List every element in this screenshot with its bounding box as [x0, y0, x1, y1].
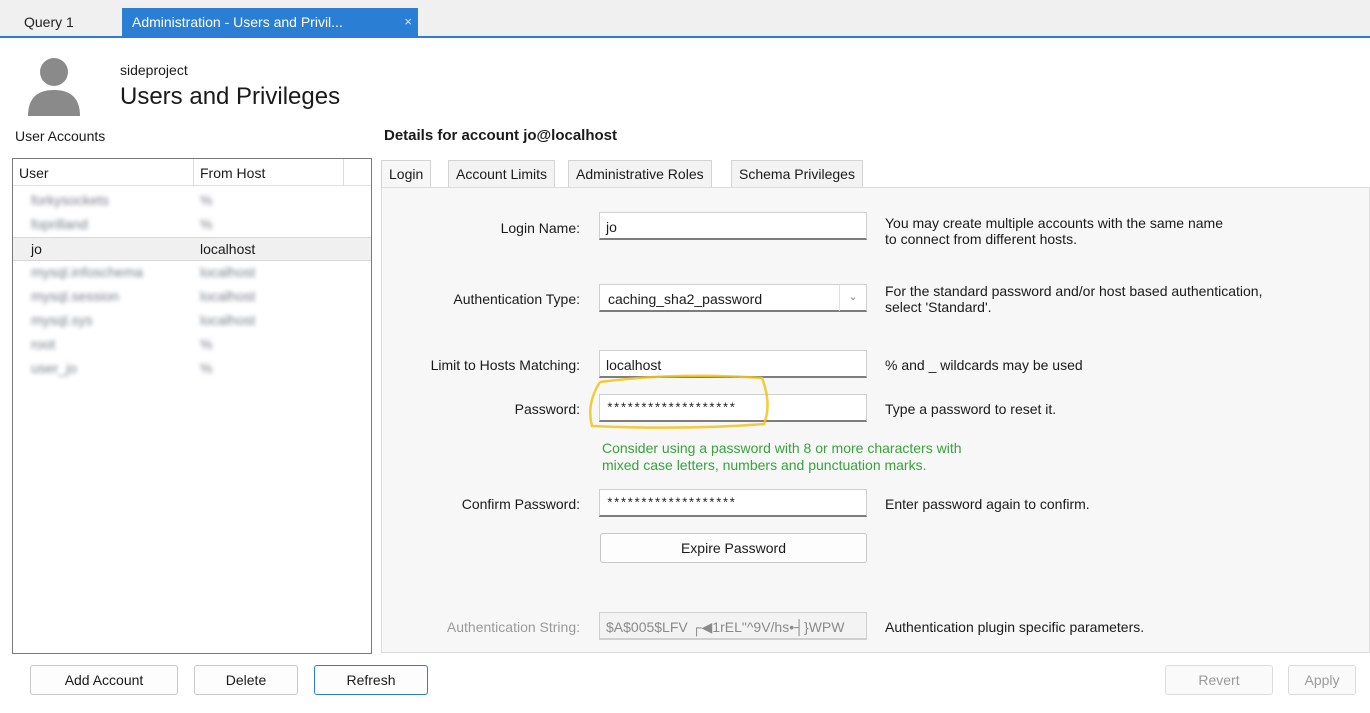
list-item[interactable]: foprilland % — [13, 213, 371, 235]
user-name: mysql.sys — [31, 312, 93, 328]
password-label: Password: — [514, 401, 580, 417]
column-divider — [193, 159, 194, 185]
tab-underline — [0, 36, 1370, 38]
user-name: forkysockets — [31, 192, 109, 208]
tab-query-1[interactable]: Query 1 — [12, 8, 86, 36]
user-host: localhost — [200, 264, 256, 280]
user-name: foprilland — [31, 216, 88, 232]
tab-administrative-roles[interactable]: Administrative Roles — [568, 160, 712, 188]
schema-name: sideproject — [120, 62, 188, 78]
column-from-host[interactable]: From Host — [200, 165, 265, 181]
user-host: localhost — [200, 288, 256, 304]
list-item[interactable]: user_jo % — [13, 357, 371, 379]
highlight-annotation — [589, 374, 769, 429]
auth-type-help: For the standard password and/or host ba… — [885, 283, 1262, 315]
user-name: user_jo — [31, 360, 77, 376]
user-avatar-icon — [28, 58, 80, 116]
help-line: For the standard password and/or host ba… — [885, 283, 1263, 299]
user-host: localhost — [200, 312, 256, 328]
auth-type-select[interactable]: caching_sha2_password ⌄ — [599, 284, 867, 312]
auth-string-field: $A$005$LFV ┌◀1rEL"^9V/hs•┤}WPW — [599, 612, 867, 640]
expire-password-button[interactable]: Expire Password — [600, 533, 867, 563]
revert-button[interactable]: Revert — [1165, 665, 1273, 695]
list-item[interactable]: forkysockets % — [13, 189, 371, 211]
user-host: % — [200, 336, 213, 352]
user-host: localhost — [200, 241, 256, 257]
user-name: mysql.infoschema — [31, 264, 144, 280]
hosts-help: % and _ wildcards may be used — [885, 357, 1083, 373]
tab-administration-label: Administration - Users and Privil... — [132, 14, 343, 30]
confirm-password-help: Enter password again to confirm. — [885, 496, 1090, 512]
login-name-label: Login Name: — [500, 220, 580, 236]
tab-login[interactable]: Login — [381, 160, 432, 189]
help-line: You may create multiple accounts with th… — [885, 215, 1223, 231]
tab-schema-privileges[interactable]: Schema Privileges — [731, 160, 863, 188]
password-help: Type a password to reset it. — [885, 401, 1057, 417]
list-item[interactable]: mysql.infoschema localhost — [13, 261, 371, 283]
tab-account-limits[interactable]: Account Limits — [448, 160, 556, 188]
auth-type-label: Authentication Type: — [453, 291, 580, 307]
column-user[interactable]: User — [19, 165, 49, 181]
user-accounts-list[interactable]: User From Host forkysockets % foprilland… — [12, 158, 372, 654]
list-item[interactable]: mysql.session localhost — [13, 285, 371, 307]
help-line: select 'Standard'. — [885, 299, 992, 315]
auth-string-help: Authentication plugin specific parameter… — [885, 619, 1145, 635]
chevron-down-icon: ⌄ — [839, 285, 866, 311]
login-name-field[interactable]: jo — [599, 212, 867, 240]
list-item[interactable]: mysql.sys localhost — [13, 309, 371, 331]
editor-tab-strip: Query 1 Administration - Users and Privi… — [0, 0, 1370, 38]
user-host: % — [200, 360, 213, 376]
hint-line: Consider using a password with 8 or more… — [602, 440, 962, 456]
confirm-password-field[interactable]: ******************* — [599, 489, 867, 517]
user-host: % — [200, 216, 213, 232]
auth-string-label: Authentication String: — [446, 619, 580, 635]
password-hint: Consider using a password with 8 or more… — [602, 440, 962, 474]
page-title: Users and Privileges — [120, 83, 341, 110]
add-account-button[interactable]: Add Account — [30, 665, 178, 695]
list-header: User From Host — [13, 159, 371, 186]
login-tab-panel — [381, 187, 1370, 653]
hint-line: mixed case letters, numbers and punctuat… — [602, 457, 927, 473]
auth-type-value: caching_sha2_password — [608, 291, 763, 307]
close-icon[interactable]: × — [404, 8, 412, 36]
apply-button[interactable]: Apply — [1288, 665, 1356, 695]
help-line: to connect from different hosts. — [885, 231, 1077, 247]
login-name-help: You may create multiple accounts with th… — [885, 215, 1223, 247]
refresh-button[interactable]: Refresh — [314, 665, 428, 695]
user-name: jo — [31, 241, 42, 257]
user-accounts-label: User Accounts — [15, 128, 106, 144]
user-name: root — [31, 336, 56, 352]
details-title: Details for account jo@localhost — [384, 127, 617, 144]
hosts-label: Limit to Hosts Matching: — [430, 357, 580, 373]
user-name: mysql.session — [31, 288, 119, 304]
list-item-selected[interactable]: jo localhost — [13, 237, 371, 261]
tab-administration[interactable]: Administration - Users and Privil... × — [122, 8, 418, 36]
delete-button[interactable]: Delete — [194, 665, 298, 695]
user-host: % — [200, 192, 213, 208]
list-item[interactable]: root % — [13, 333, 371, 355]
column-divider — [343, 159, 344, 185]
confirm-password-label: Confirm Password: — [461, 496, 580, 512]
